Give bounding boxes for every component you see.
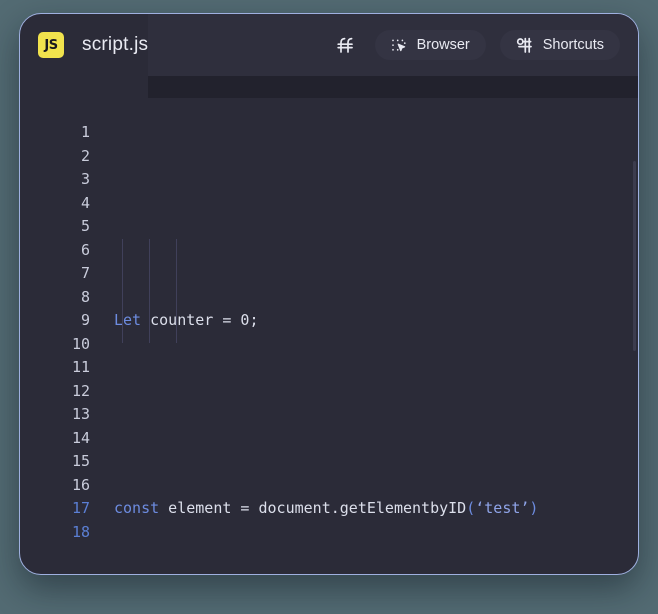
- line-number: 3: [80, 170, 90, 188]
- token-keyword: Let: [114, 311, 142, 329]
- browser-button[interactable]: Browser: [374, 30, 486, 60]
- token-string: ‘test’: [475, 499, 530, 517]
- indent-guide: [122, 239, 123, 343]
- command-key-icon: [516, 37, 532, 53]
- file-name-label: script.js: [82, 34, 149, 55]
- font-toggle-button[interactable]: [331, 30, 361, 60]
- line-number: 12: [71, 381, 90, 400]
- line-number: 10: [71, 334, 90, 353]
- titlebar-toolbar: Browser Shortcuts: [331, 30, 620, 60]
- line-number-gutter: 1 2 3 4 5 6 7 8 9 10 11 12 13 14 15 16 1…: [20, 121, 102, 552]
- line-number: 8: [80, 287, 90, 306]
- token-keyword: const: [114, 499, 160, 517]
- line-number: 15: [71, 452, 90, 470]
- indent-guide: [149, 239, 150, 343]
- code-editor-area[interactable]: 1 2 3 4 5 6 7 8 9 10 11 12 13 14 15 16 1…: [20, 76, 638, 552]
- line-number: 5: [80, 217, 90, 235]
- ff-ligature-icon: [336, 37, 353, 53]
- titlebar: JS script.js Browser Shortcuts: [20, 14, 638, 76]
- line-number: 1: [80, 123, 90, 141]
- line-number: 18: [71, 522, 90, 541]
- indent-guide: [176, 239, 177, 343]
- shortcuts-button-label: Shortcuts: [542, 37, 604, 53]
- token-text: counter = 0;: [141, 311, 259, 329]
- line-number: 17: [71, 499, 90, 517]
- line-number: 4: [80, 193, 90, 212]
- token-punctuation: ): [529, 499, 539, 517]
- line-number: 9: [80, 311, 90, 329]
- line-number: 6: [80, 240, 90, 259]
- line-number: 13: [71, 405, 90, 423]
- selection-cursor-icon: [391, 39, 406, 51]
- token-text: element = document.getElementbyID: [159, 499, 467, 517]
- code-line: Let counter = 0;: [114, 309, 638, 333]
- shortcuts-button[interactable]: Shortcuts: [499, 30, 620, 60]
- line-number: 2: [80, 146, 90, 165]
- line-number: 16: [71, 475, 90, 494]
- browser-button-label: Browser: [416, 37, 470, 53]
- code-editor-window: JS script.js Browser Shortcuts 1 2 3 4 5…: [19, 13, 639, 575]
- code-line: const element = document.getElementbyID(…: [114, 497, 638, 521]
- code-lines[interactable]: Let counter = 0; const element = documen…: [102, 121, 638, 552]
- line-number: 11: [71, 358, 90, 376]
- js-file-type-badge: JS: [38, 32, 64, 58]
- line-number: 14: [71, 428, 90, 447]
- token-punctuation: (: [466, 499, 476, 517]
- line-number: 7: [80, 264, 90, 282]
- vertical-scrollbar[interactable]: [633, 161, 636, 351]
